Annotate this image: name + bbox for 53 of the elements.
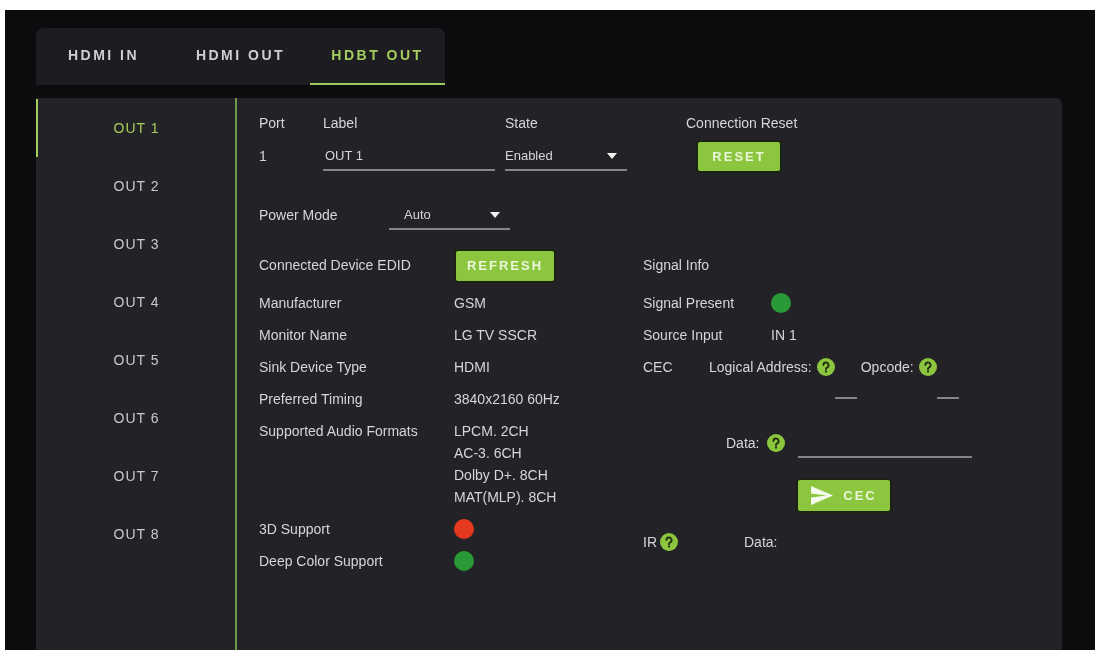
field-label: Preferred Timing xyxy=(259,391,363,407)
tab[interactable]: HDMI IN xyxy=(36,28,171,85)
power-mode-label: Power Mode xyxy=(259,207,338,223)
field-value: IN 1 xyxy=(771,326,797,345)
sidebar-item[interactable]: OUT 8 xyxy=(36,505,235,563)
sidebar-item[interactable]: OUT 7 xyxy=(36,447,235,505)
ir-label: IR xyxy=(643,532,657,552)
caret-icon xyxy=(607,152,617,159)
field-value: MAT(MLP). 8CH xyxy=(454,488,557,507)
state-header: State xyxy=(505,115,538,131)
help-icon[interactable] xyxy=(767,434,786,452)
cec-label: CEC xyxy=(643,357,673,377)
field-label: Deep Color Support xyxy=(259,552,383,569)
field-value: GSM xyxy=(454,294,486,313)
sidebar-item[interactable]: OUT 3 xyxy=(36,215,235,273)
field-label: Logical Address: xyxy=(709,357,812,377)
field-label: Opcode: xyxy=(860,357,914,377)
field-label: Monitor Name xyxy=(259,327,347,343)
tab[interactable]: HDBT OUT xyxy=(310,28,445,85)
caret-icon xyxy=(490,211,500,218)
connection-reset-header: Connection Reset xyxy=(686,115,798,131)
tab[interactable]: HDMI OUT xyxy=(171,28,310,85)
field-value: LG TV SSCR xyxy=(454,326,537,345)
field-value: AC-3. 6CH xyxy=(454,444,522,463)
help-icon[interactable] xyxy=(660,533,678,551)
label-input[interactable]: OUT 1 xyxy=(323,142,495,171)
sidebar-item[interactable]: OUT 4 xyxy=(36,273,235,331)
power-mode-select[interactable]: Auto xyxy=(389,201,510,230)
port-number: 1 xyxy=(259,147,267,166)
state-select[interactable]: Enabled xyxy=(505,142,627,171)
field-label: Manufacturer xyxy=(259,295,342,311)
port-header: Port xyxy=(259,115,285,131)
section-title: Connected Device EDID xyxy=(259,257,411,273)
sidebar-item[interactable]: OUT 6 xyxy=(36,389,235,447)
field-value: Dolby D+. 8CH xyxy=(454,466,548,485)
help-icon[interactable] xyxy=(918,358,937,376)
field-label: Sink Device Type xyxy=(259,359,367,375)
sidebar-item[interactable]: OUT 5 xyxy=(36,331,235,389)
field-label: Data: xyxy=(726,433,760,453)
field-label: Supported Audio Formats xyxy=(259,423,418,439)
send-icon xyxy=(811,486,834,505)
help-icon[interactable] xyxy=(816,358,835,376)
field-label: Data: xyxy=(744,532,778,552)
field-value: 3840x2160 60Hz xyxy=(454,390,560,409)
field-label: Signal Present xyxy=(643,294,735,311)
field-label: Source Input xyxy=(643,327,723,343)
sidebar-item[interactable]: OUT 2 xyxy=(36,157,235,215)
field-label: 3D Support xyxy=(259,520,330,537)
section-title: Signal Info xyxy=(643,256,710,275)
field-value: HDMI xyxy=(454,358,490,377)
sidebar-item[interactable]: OUT 1 xyxy=(36,99,235,157)
label-header: Label xyxy=(323,115,358,131)
field-value: LPCM. 2CH xyxy=(454,422,529,441)
